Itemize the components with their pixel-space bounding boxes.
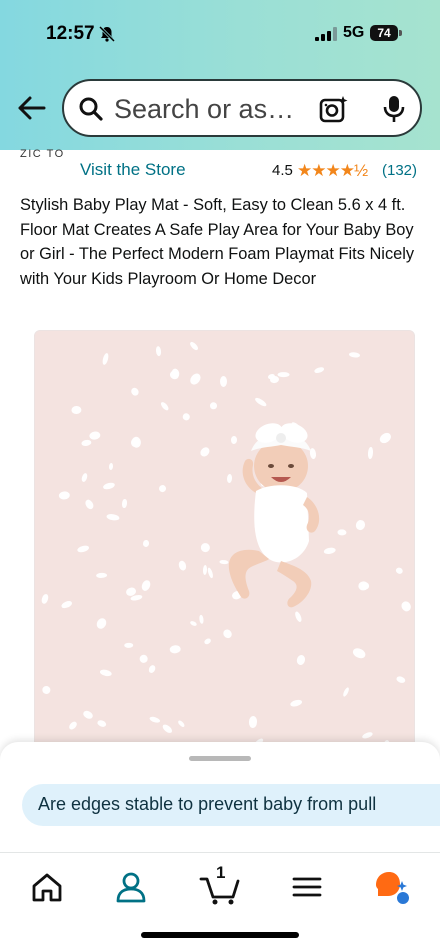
mat-petal: [80, 439, 93, 448]
microphone-icon[interactable]: [382, 94, 406, 124]
mat-petal: [101, 352, 110, 365]
camera-lens-icon[interactable]: [319, 95, 349, 123]
mat-petal: [158, 400, 170, 412]
rating-count-link[interactable]: (132): [382, 162, 417, 179]
home-icon[interactable]: [27, 867, 67, 907]
mat-petal: [361, 731, 374, 741]
mat-petal: [95, 572, 107, 578]
mat-petal: [88, 430, 101, 441]
mat-petal: [203, 637, 213, 646]
mat-petal: [199, 445, 212, 458]
mat-petal: [188, 371, 203, 386]
cart-button[interactable]: 1: [198, 863, 242, 907]
mat-petal: [121, 498, 128, 509]
mat-petal: [342, 686, 351, 698]
mat-petal: [95, 616, 109, 631]
mat-petal: [169, 644, 182, 655]
mat-petal: [189, 340, 200, 351]
ask-bottom-sheet[interactable]: Are edges stable to prevent baby from pu…: [0, 742, 440, 852]
search-bar[interactable]: Search or as…: [62, 79, 422, 137]
mat-petal: [314, 365, 325, 374]
mat-petal: [277, 371, 290, 378]
mat-petal: [181, 412, 191, 422]
mat-petal: [106, 513, 120, 522]
cart-count: 1: [216, 863, 226, 882]
signal-icon: [315, 27, 337, 41]
mat-petal: [295, 653, 306, 666]
mat-petal: [269, 375, 280, 384]
mat-petal: [289, 698, 303, 708]
baby-figure: [228, 423, 320, 608]
mat-petal: [395, 675, 406, 684]
mat-petal: [130, 594, 144, 602]
product-image[interactable]: [34, 330, 415, 760]
battery-icon: 74: [370, 25, 398, 41]
mat-petal: [129, 386, 140, 397]
mat-petal: [76, 544, 90, 554]
product-title: Stylish Baby Play Mat - Soft, Easy to Cl…: [20, 196, 415, 288]
mat-petal: [254, 397, 268, 409]
mat-petal: [157, 484, 168, 494]
mat-petal: [108, 462, 114, 471]
mat-petal: [40, 593, 51, 605]
star-rating-icon[interactable]: ★★★★½: [297, 161, 368, 181]
app-header: 12:57 5G 74 Search or as…: [0, 0, 440, 150]
mat-petal: [155, 345, 162, 357]
mat-petal: [138, 653, 149, 665]
suggested-question-text: Are edges stable to prevent baby from pu…: [38, 794, 377, 814]
search-input[interactable]: Search or as…: [114, 94, 294, 125]
mat-petal: [220, 627, 234, 640]
sheet-drag-handle[interactable]: [189, 756, 251, 761]
mat-petal: [202, 564, 208, 576]
mat-petal: [220, 375, 228, 387]
mat-petal: [99, 668, 113, 678]
suggested-question-chip[interactable]: Are edges stable to prevent baby from pu…: [22, 784, 440, 826]
mat-petal: [82, 709, 94, 721]
network-type: 5G: [343, 24, 365, 41]
mat-petal: [142, 539, 151, 548]
mat-petal: [70, 405, 82, 415]
mat-petal: [198, 615, 204, 625]
mat-petal: [394, 566, 404, 576]
mat-petal: [148, 715, 162, 724]
mat-petal: [147, 664, 157, 675]
mat-petal: [200, 542, 211, 553]
account-icon[interactable]: [111, 867, 151, 907]
mat-petal: [189, 619, 198, 627]
mat-petal: [355, 519, 367, 531]
home-indicator: [141, 932, 299, 938]
mat-petal: [400, 599, 413, 613]
rating-value: 4.5: [272, 162, 293, 179]
mat-petal: [248, 715, 258, 728]
battery-nub: [399, 30, 402, 36]
mat-petal: [58, 491, 71, 501]
back-arrow-icon[interactable]: [16, 94, 46, 122]
mat-petal: [161, 722, 174, 735]
mat-petal: [177, 560, 187, 572]
mat-petal: [348, 351, 360, 358]
mat-petal: [367, 446, 374, 459]
mat-petal: [377, 430, 393, 445]
store-row: ZIC TO Visit the Store 4.5 ★★★★½ (132): [0, 148, 440, 184]
mat-petal: [84, 497, 96, 511]
store-logo[interactable]: ZIC TO: [20, 148, 65, 160]
mat-petal: [102, 481, 116, 491]
mat-petal: [209, 402, 218, 410]
mat-petal: [80, 472, 89, 483]
status-time: 12:57: [46, 23, 95, 44]
mat-petal: [67, 720, 79, 732]
rufus-assistant-icon[interactable]: [372, 867, 412, 907]
mat-petal: [139, 578, 152, 593]
bell-slash-icon: [98, 25, 116, 43]
menu-icon[interactable]: [287, 867, 327, 907]
mat-petal: [176, 719, 186, 729]
status-bar: 12:57 5G 74: [0, 0, 440, 66]
mat-petal: [96, 719, 108, 728]
mat-petal: [351, 646, 367, 661]
mat-petal: [123, 642, 133, 649]
visit-store-link[interactable]: Visit the Store: [80, 160, 186, 180]
mat-petal: [42, 686, 51, 695]
mat-petal: [60, 599, 73, 609]
search-icon: [79, 97, 103, 121]
